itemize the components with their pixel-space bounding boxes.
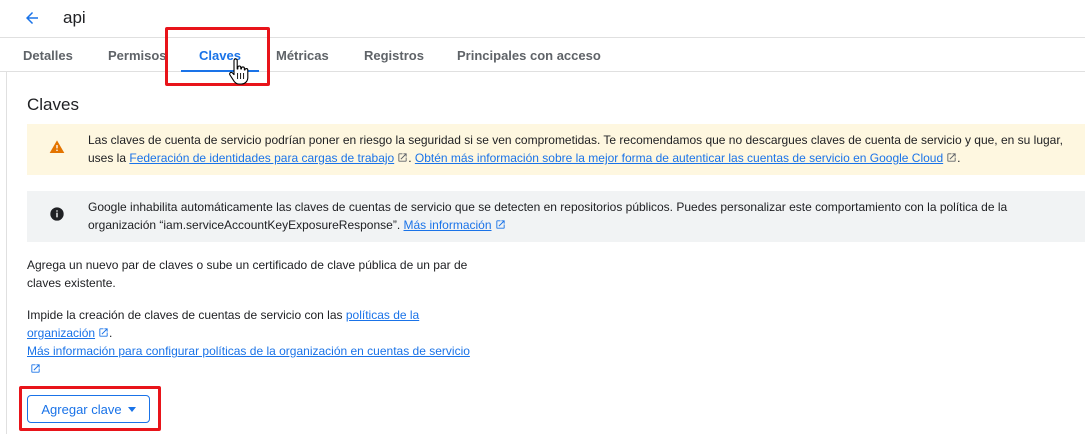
- intro-text: Agrega un nuevo par de claves o sube un …: [27, 258, 468, 290]
- highlight-box-add-key-button: [19, 386, 161, 431]
- page-header: api: [0, 0, 1085, 38]
- hand-pointer-icon: [229, 58, 249, 85]
- more-info-link[interactable]: Más información: [404, 218, 492, 232]
- warning-banner: Las claves de cuenta de servicio podrían…: [27, 124, 1085, 175]
- tab-principales-con-acceso[interactable]: Principales con acceso: [457, 38, 601, 72]
- tab-permisos[interactable]: Permisos: [108, 38, 167, 72]
- warning-text-middle: .: [408, 151, 415, 165]
- policy-text-end: .: [109, 326, 113, 340]
- link-label: Obtén más información sobre la mejor for…: [414, 151, 944, 165]
- authenticate-service-accounts-link[interactable]: Obtén más información sobre la mejor for…: [415, 151, 943, 165]
- policy-text-start: Impide la creación de claves de cuentas …: [27, 308, 346, 322]
- external-link-icon: [99, 328, 108, 337]
- external-link-icon: [31, 364, 40, 373]
- external-link-icon: [947, 153, 956, 162]
- tab-detalles[interactable]: Detalles: [23, 38, 73, 72]
- external-link-icon: [495, 220, 505, 229]
- info-icon: [49, 206, 65, 222]
- workload-identity-federation-link[interactable]: Federación de identidades para cargas de…: [129, 151, 394, 165]
- policy-text: Impide la creación de claves de cuentas …: [27, 306, 477, 378]
- tab-bar: Detalles Permisos Claves Métricas Regist…: [0, 38, 1085, 72]
- highlight-box-claves-tab: [165, 27, 270, 86]
- page-title: api: [63, 8, 86, 27]
- tab-registros[interactable]: Registros: [364, 38, 424, 72]
- link-label: Más información para configurar política…: [27, 344, 470, 358]
- link-label: Federación de identidades para cargas de…: [129, 151, 395, 165]
- warning-icon: [49, 139, 65, 155]
- arrow-left-icon[interactable]: [20, 6, 44, 30]
- info-text: Google inhabilita automáticamente las cl…: [88, 200, 1008, 232]
- link-label: Más información: [403, 218, 492, 232]
- divider: [6, 72, 7, 434]
- warning-text-end: .: [957, 151, 961, 165]
- external-link-icon: [398, 153, 407, 162]
- section-title: Claves: [27, 95, 79, 114]
- info-banner: Google inhabilita automáticamente las cl…: [27, 191, 1085, 242]
- configure-org-policies-link[interactable]: Más información para configurar política…: [27, 344, 470, 358]
- tab-metricas[interactable]: Métricas: [276, 38, 329, 72]
